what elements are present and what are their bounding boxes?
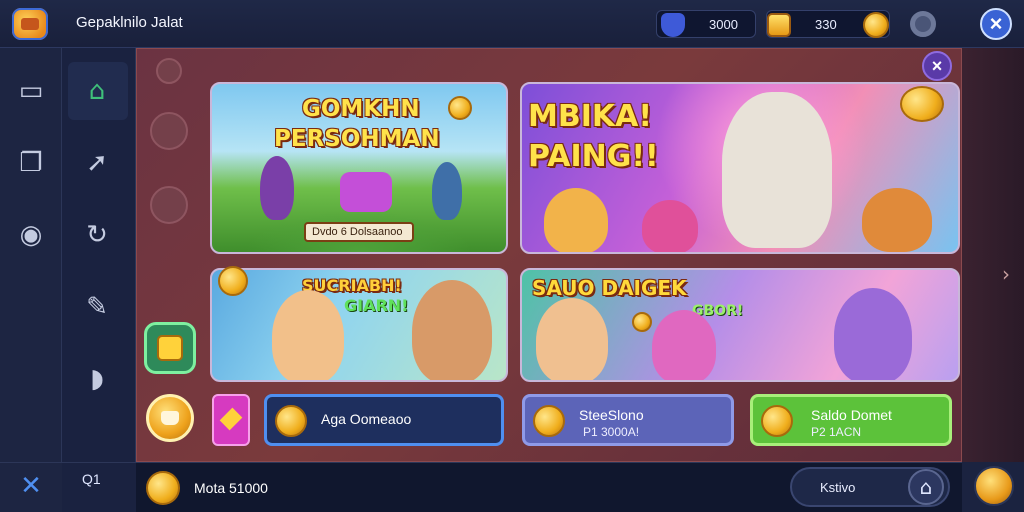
- ticket-icon: [157, 335, 183, 361]
- chest-icon: [767, 13, 791, 37]
- resource-shield-value: 3000: [709, 17, 738, 32]
- creature-icon: [642, 200, 698, 252]
- creature-icon: [652, 310, 716, 380]
- fox-mascot-icon: [722, 92, 832, 248]
- box-icon[interactable]: [150, 186, 188, 224]
- action-2-label: SteeSlono: [579, 407, 644, 423]
- resource-coins[interactable]: 330: [766, 10, 890, 38]
- coin-icon: [900, 86, 944, 122]
- card1-tag: Dvdo 6 Dolsaanoo: [304, 222, 414, 242]
- action-button-2[interactable]: SteeSlono P1 3000A!: [522, 394, 734, 446]
- app-title: Gepaklnilo Jalat: [76, 14, 183, 31]
- balance-text: Mota 51000: [194, 480, 268, 496]
- card3-title-line2: GIARN!: [344, 296, 409, 315]
- character-icon: [536, 298, 608, 380]
- home-icon[interactable]: ⌂: [908, 469, 944, 505]
- game-card-mbika[interactable]: MBIKA! PAING!!: [520, 82, 960, 254]
- tag-icon[interactable]: [150, 112, 188, 150]
- right-edge-preview: [962, 48, 1024, 462]
- home-icon[interactable]: ⌂: [82, 76, 112, 106]
- app-chest-icon[interactable]: [12, 8, 48, 40]
- gem-button[interactable]: [212, 394, 250, 446]
- game-card-sauo-daigek[interactable]: SAUO DAIGEK GBOR!: [520, 268, 960, 382]
- action-2-sub: P1 3000A!: [583, 425, 640, 439]
- settings-gear-icon[interactable]: [910, 11, 936, 37]
- vehicle-icon: [340, 172, 392, 212]
- game-card-sucriabh[interactable]: SUCRIABH! GIARN!: [210, 268, 508, 382]
- dog-icon: [862, 188, 932, 252]
- character-icon: [432, 162, 462, 220]
- character-icon: [260, 156, 294, 220]
- copy-icon[interactable]: ❐: [16, 148, 46, 178]
- character-icon: [412, 280, 492, 380]
- top-bar: Gepaklnilo Jalat 3000 330 ×: [0, 0, 1024, 48]
- badge-icon[interactable]: [974, 466, 1014, 506]
- coin-icon: [275, 405, 307, 437]
- card2-title-line1: MBIKA!: [528, 99, 653, 134]
- eye-icon[interactable]: ◉: [16, 220, 46, 250]
- action-button-3[interactable]: Saldo Domet P2 1ACN: [750, 394, 952, 446]
- card4-title-line1: SAUO DAIGEK: [532, 276, 687, 300]
- card1-title-line2: PERSOHMAN: [274, 126, 440, 152]
- bell-icon[interactable]: ◗: [82, 364, 112, 394]
- action-3-sub: P2 1ACN: [811, 425, 862, 439]
- game-card-persohman[interactable]: GOMKHN PERSOHMAN Dvdo 6 Dolsaanoo: [210, 82, 508, 254]
- corner-label[interactable]: Q1: [82, 471, 101, 487]
- action-1-label: Aga Oomeaoo: [321, 411, 412, 427]
- bottom-bar: Mota 51000 Kstivo ⌂: [136, 462, 962, 512]
- character-icon: [834, 288, 912, 380]
- bottom-left-corner-2: Q1: [62, 462, 136, 512]
- character-icon: [544, 188, 608, 252]
- primary-sidebar: ▭ ❐ ◉: [0, 48, 62, 512]
- coin-icon: [863, 12, 889, 38]
- feature-button[interactable]: [144, 322, 196, 374]
- coin-icon: [632, 312, 652, 332]
- home-pill-label: Kstivo: [820, 480, 856, 495]
- chevron-right-icon[interactable]: ›: [1002, 262, 1010, 286]
- coin-icon: [146, 471, 180, 505]
- card2-title-line2: PAING!!: [528, 139, 659, 174]
- resource-coins-value: 330: [815, 17, 837, 32]
- resource-shield[interactable]: 3000: [656, 10, 756, 38]
- action-button-1[interactable]: Aga Oomeaoo: [264, 394, 504, 446]
- pen-icon[interactable]: ✎: [82, 292, 112, 322]
- close-app-button[interactable]: ×: [980, 8, 1012, 40]
- panel-close-button[interactable]: ×: [922, 51, 952, 81]
- refresh-icon[interactable]: ↻: [82, 220, 112, 250]
- profile-icon[interactable]: [156, 58, 182, 84]
- home-pill[interactable]: Kstivo ⌂: [790, 467, 950, 507]
- secondary-sidebar: ⌂ ➚ ↻ ✎ ◗: [62, 48, 136, 512]
- document-icon[interactable]: ▭: [16, 76, 46, 106]
- shop-button[interactable]: [146, 394, 194, 442]
- character-icon: [272, 290, 344, 380]
- action-3-label: Saldo Domet: [811, 407, 892, 423]
- wand-star-icon: [218, 266, 248, 296]
- shield-icon: [661, 13, 685, 37]
- card1-title-line1: GOMKHN: [302, 96, 420, 122]
- bottom-left-corner: ✕: [0, 462, 62, 512]
- card1-tag-text: Dvdo 6 Dolsaanoo: [312, 226, 403, 238]
- coin-icon: [533, 405, 565, 437]
- close-x-icon[interactable]: ✕: [16, 471, 46, 501]
- rocket-icon[interactable]: ➚: [82, 148, 112, 178]
- coin-icon: [448, 96, 472, 120]
- coin-icon: [761, 405, 793, 437]
